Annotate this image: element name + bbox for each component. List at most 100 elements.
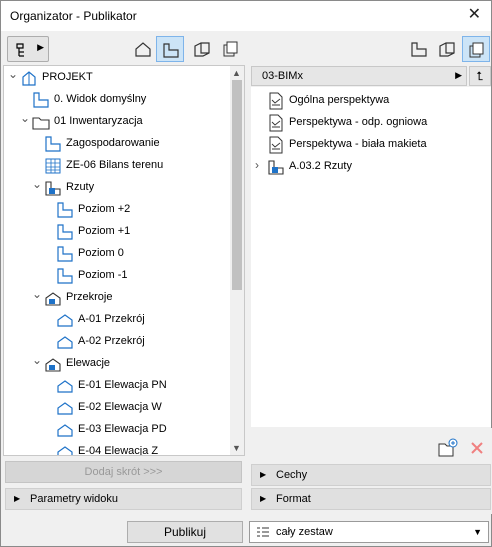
folder-view-icon [268,160,284,175]
set-item-label: A.03.2 Rzuty [289,160,352,172]
tree-item-label: Poziom -1 [78,269,128,281]
project-map-button[interactable] [129,36,157,62]
section-folder-icon [45,358,61,372]
chevron-right-icon: ▶ [37,42,44,52]
tree-item[interactable]: Poziom 0 [44,244,228,264]
set-item[interactable]: Ogólna perspektywa [255,91,485,111]
view-parameters-label: Parametry widoku [30,493,119,505]
view-map-icon [411,42,427,57]
tree-item-label: 01 Inwentaryzacja [54,115,143,127]
publisher-set-name: 03-BIMx [262,70,303,82]
navigator-menu-button[interactable]: ▶ [7,36,49,62]
add-shortcut-button[interactable]: Dodaj skrót >>> [5,461,242,483]
tree-item[interactable]: E-01 Elewacja PN [44,376,228,396]
close-icon[interactable]: ✕ [468,6,481,24]
tree-item-label: E-04 Elewacja Z [78,445,159,456]
tree-item-label: A-01 Przekrój [78,313,145,325]
scroll-down-icon[interactable]: ▼ [232,443,241,453]
chevron-down-icon: ▼ [473,527,482,537]
go-up-button[interactable]: ⮤ [469,66,491,86]
tree-item[interactable]: ⌄ 01 Inwentaryzacja [20,111,228,132]
chevron-right-icon[interactable]: › [255,158,265,172]
chevron-down-icon[interactable]: ⌄ [32,177,42,191]
set-item-label: Perspektywa - biała makieta [289,138,427,150]
right-view-map-button[interactable] [405,36,433,62]
tree-item[interactable]: Zagospodarowanie [32,134,228,154]
tree-item-label: Zagospodarowanie [66,137,160,149]
chevron-down-icon[interactable]: ⌄ [20,111,30,125]
scroll-thumb[interactable] [232,80,242,290]
section-folder-icon [45,292,61,306]
chevron-down-icon[interactable]: ⌄ [32,287,42,301]
publisher-set-selector[interactable]: 03-BIMx ▶ [251,66,467,86]
scroll-up-icon[interactable]: ▲ [232,68,241,78]
tree-item-label: Elewacje [66,357,111,369]
publish-scope-select[interactable]: cały zestaw ▼ [249,521,489,543]
section-icon [57,314,73,327]
chevron-down-icon[interactable]: ⌄ [8,67,18,81]
chevron-right-icon: ▶ [455,70,462,80]
tree-item[interactable]: E-03 Elewacja PD [44,420,228,440]
tree-item[interactable]: ⌄ PROJEKT [8,67,228,88]
bottom-bar: Publikuj cały zestaw ▼ [1,515,491,547]
tree-item[interactable]: ⌄ Elewacje [32,353,228,374]
tree-item-label: E-01 Elewacja PN [78,379,167,391]
set-item-label: Perspektywa - odp. ogniowa [289,116,428,128]
tree-item[interactable]: E-02 Elewacja W [44,398,228,418]
set-item[interactable]: Perspektywa - biała makieta [255,135,485,155]
right-layout-book-button[interactable] [433,36,461,62]
tree-item[interactable]: E-04 Elewacja Z [44,442,228,456]
view-icon [45,136,61,152]
caret-right-icon: ▶ [14,494,21,503]
new-folder-icon [438,438,458,457]
project-tree[interactable]: ▲ ▼ ⌄ PROJEKT 0. Widok domyślny ⌄ 01 Inwenta… [3,65,245,456]
set-item[interactable]: › A.03.2 Rzuty [255,157,485,177]
caret-right-icon: ▶ [260,494,267,503]
tree-item-label: A-02 Przekrój [78,335,145,347]
perspective-doc-icon [269,92,283,110]
tree-item[interactable]: Poziom +1 [44,222,228,242]
chevron-down-icon[interactable]: ⌄ [32,353,42,367]
title-bar: Organizator - Publikator ✕ [1,1,491,31]
tree-item[interactable]: 0. Widok domyślny [20,90,228,110]
section-icon [57,424,73,437]
view-map-icon [163,43,179,58]
publish-button[interactable]: Publikuj [127,521,243,543]
section-icon [57,402,73,415]
layout-book-button[interactable] [188,36,216,62]
tree-item[interactable]: ⌄ Rzuty [32,177,228,198]
view-icon [57,224,73,240]
organizer-window: Organizator - Publikator ✕ ▶ ▲ ▼ ⌄ PROJE… [0,0,492,547]
tree-item-label: Rzuty [66,181,95,193]
tree-item[interactable]: A-02 Przekrój [44,332,228,352]
folder-icon [32,117,50,130]
format-panel[interactable]: ▶ Format [251,488,491,510]
tree-item[interactable]: ZE-06 Bilans terenu [32,156,228,176]
tree-item[interactable]: A-01 Przekrój [44,310,228,330]
properties-label: Cechy [276,469,308,481]
right-publisher-sets-button[interactable] [462,36,490,62]
tree-item-label: ZE-06 Bilans terenu [66,159,164,171]
project-map-icon [135,42,151,57]
section-icon [57,380,73,393]
publisher-sets-button[interactable] [217,36,245,62]
tree-item[interactable]: Poziom -1 [44,266,228,286]
delete-x-icon [471,442,483,454]
view-icon [57,246,73,262]
properties-panel[interactable]: ▶ Cechy [251,464,491,486]
publisher-set-items[interactable]: Ogólna perspektywa Perspektywa - odp. ogn… [251,87,491,427]
delete-button[interactable] [469,440,485,456]
view-icon [33,92,49,108]
new-folder-button[interactable] [437,438,459,458]
tree-item[interactable]: ⌄ Przekroje [32,287,228,308]
perspective-doc-icon [269,136,283,154]
section-icon [57,446,73,455]
tree-item-label: E-03 Elewacja PD [78,423,167,435]
set-item[interactable]: Perspektywa - odp. ogniowa [255,113,485,133]
view-map-button[interactable] [156,36,184,62]
tree-item[interactable]: Poziom +2 [44,200,228,220]
view-parameters-panel[interactable]: ▶ Parametry widoku [5,488,242,510]
tree-scrollbar[interactable]: ▲ ▼ [230,66,244,455]
view-icon [57,202,73,218]
left-toolbar: ▶ [3,33,245,63]
